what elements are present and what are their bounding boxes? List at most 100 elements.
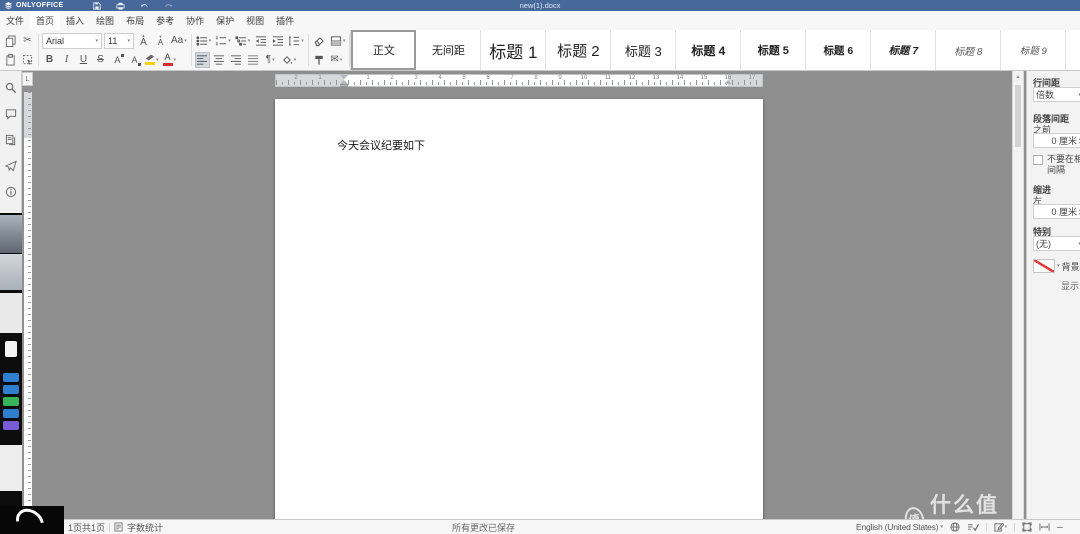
- increase-indent-button[interactable]: [270, 33, 285, 49]
- comments-icon[interactable]: [5, 108, 17, 120]
- background-thumbnail: [0, 445, 22, 491]
- style-heading6[interactable]: 标题 6: [806, 30, 872, 70]
- vertical-scrollbar[interactable]: ▲: [1012, 71, 1024, 519]
- track-changes-icon[interactable]: [994, 522, 1008, 532]
- smzdm-watermark-text: 什么值得买: [929, 494, 999, 517]
- horizontal-ruler[interactable]: 2 1 1 2 3 4 5 6 7 8 9 10 11 12 13 14 15 16 17: [275, 74, 763, 87]
- decrease-indent-button[interactable]: [253, 33, 268, 49]
- tab-layout[interactable]: 布局: [120, 11, 150, 30]
- style-heading4[interactable]: 标题 4: [676, 30, 742, 70]
- font-size-select[interactable]: 11 ▾: [104, 32, 134, 49]
- search-icon[interactable]: [5, 82, 17, 94]
- tab-stop-selector[interactable]: L: [22, 72, 33, 86]
- page-number-indicator[interactable]: 1页共1页: [68, 521, 105, 534]
- style-heading1[interactable]: 标题 1: [481, 30, 547, 70]
- indent-left-spinner[interactable]: 0 厘米 ▴▾: [1033, 204, 1080, 219]
- align-center-button[interactable]: [212, 52, 227, 68]
- style-heading3[interactable]: 标题 3: [611, 30, 677, 70]
- first-line-indent-marker[interactable]: [340, 75, 348, 79]
- change-case-button[interactable]: Aa: [170, 33, 188, 49]
- style-heading7[interactable]: 标题 7: [871, 30, 937, 70]
- nonprinting-characters-button[interactable]: ¶: [263, 52, 278, 68]
- about-icon[interactable]: [5, 186, 17, 198]
- italic-button[interactable]: I: [59, 52, 74, 68]
- tab-home[interactable]: 首页: [30, 11, 61, 30]
- paste-button[interactable]: [3, 52, 18, 68]
- fit-width-icon[interactable]: [1039, 522, 1050, 532]
- undo-button[interactable]: [140, 2, 149, 10]
- left-indent-marker[interactable]: [340, 84, 348, 87]
- background-button: [3, 385, 19, 394]
- table-shading-button[interactable]: [329, 33, 347, 49]
- scrollbar-thumb[interactable]: [1015, 85, 1021, 147]
- tab-collaboration[interactable]: 协作: [180, 11, 210, 30]
- feedback-support-icon[interactable]: [4, 160, 17, 172]
- tab-view[interactable]: 视图: [240, 11, 270, 30]
- zoom-out-button[interactable]: –: [1057, 522, 1063, 533]
- clear-style-button[interactable]: [312, 33, 327, 49]
- underline-button[interactable]: U: [76, 52, 91, 68]
- ruler-number: 10: [580, 75, 588, 81]
- bullet-list-button[interactable]: [195, 33, 213, 49]
- strikethrough-button[interactable]: S: [93, 52, 108, 68]
- word-count-button[interactable]: 字数统计: [127, 521, 163, 534]
- font-name-select[interactable]: Arial ▾: [42, 32, 102, 49]
- align-justify-button[interactable]: [246, 52, 261, 68]
- line-spacing-select[interactable]: 倍数▾: [1033, 87, 1080, 102]
- style-no-spacing[interactable]: 无间距: [416, 30, 482, 70]
- tab-protection[interactable]: 保护: [210, 11, 240, 30]
- paragraph-shading-button[interactable]: [280, 52, 298, 68]
- tab-insert[interactable]: 插入: [60, 11, 90, 30]
- document-page[interactable]: 今天会议纪要如下: [275, 99, 763, 519]
- scroll-up-button[interactable]: ▲: [1013, 71, 1023, 83]
- document-language-selector[interactable]: English (United States) ▾: [856, 522, 943, 532]
- mail-merge-button[interactable]: ✉: [329, 52, 344, 68]
- style-heading9[interactable]: 标题 9: [1001, 30, 1067, 70]
- tab-references[interactable]: 参考: [150, 11, 180, 30]
- redo-button[interactable]: [164, 2, 173, 10]
- multilevel-list-button[interactable]: [234, 33, 252, 49]
- decrease-font-size-button[interactable]: ▼ A: [153, 33, 168, 49]
- style-heading5[interactable]: 标题 5: [741, 30, 807, 70]
- tab-file[interactable]: 文件: [0, 11, 30, 30]
- spell-checking-icon[interactable]: [967, 522, 979, 532]
- show-advanced-settings-link[interactable]: 显示: [1061, 279, 1079, 292]
- background-color-swatch[interactable]: [1033, 259, 1055, 273]
- align-left-button[interactable]: [194, 51, 210, 68]
- numbered-list-button[interactable]: [214, 33, 232, 49]
- special-indent-select[interactable]: (无)▾: [1033, 236, 1080, 251]
- vertical-ruler[interactable]: [24, 92, 32, 519]
- align-right-button[interactable]: [229, 52, 244, 68]
- background-button: [3, 421, 19, 430]
- no-space-between-paragraphs-checkbox[interactable]: 不要在相同样 间隔: [1033, 154, 1080, 176]
- navigation-icon[interactable]: [5, 134, 17, 146]
- set-language-globe-icon[interactable]: [950, 522, 960, 532]
- increase-font-size-button[interactable]: ▲ A: [136, 33, 151, 49]
- document-text[interactable]: 今天会议纪要如下: [337, 137, 425, 153]
- highlight-color-button[interactable]: [144, 52, 160, 68]
- copy-button[interactable]: [3, 33, 18, 49]
- style-heading8[interactable]: 标题 8: [936, 30, 1002, 70]
- line-spacing-button[interactable]: [287, 33, 305, 49]
- bold-button[interactable]: B: [42, 52, 57, 68]
- tab-draw[interactable]: 绘图: [90, 11, 120, 30]
- tab-plugins[interactable]: 插件: [270, 11, 300, 30]
- font-color-button[interactable]: A: [162, 52, 178, 68]
- word-count-icon[interactable]: [114, 522, 123, 532]
- checkbox-icon[interactable]: [1033, 155, 1043, 165]
- right-indent-marker[interactable]: [724, 80, 732, 84]
- copy-style-button[interactable]: [312, 52, 327, 68]
- cut-icon[interactable]: ✂: [20, 33, 35, 49]
- background-button: [3, 409, 19, 418]
- ruler-number: 14: [676, 75, 684, 81]
- style-heading2[interactable]: 标题 2: [546, 30, 612, 70]
- print-button[interactable]: [116, 2, 125, 10]
- style-normal[interactable]: 正文: [351, 30, 417, 70]
- ruler-number: 15: [700, 75, 708, 81]
- save-button[interactable]: [93, 1, 102, 10]
- select-all-button[interactable]: [20, 52, 35, 68]
- fit-page-icon[interactable]: [1022, 522, 1032, 532]
- subscript-button[interactable]: A: [127, 52, 142, 68]
- spacing-before-spinner[interactable]: 0 厘米 ▴▾: [1033, 133, 1080, 148]
- superscript-button[interactable]: A: [110, 52, 125, 68]
